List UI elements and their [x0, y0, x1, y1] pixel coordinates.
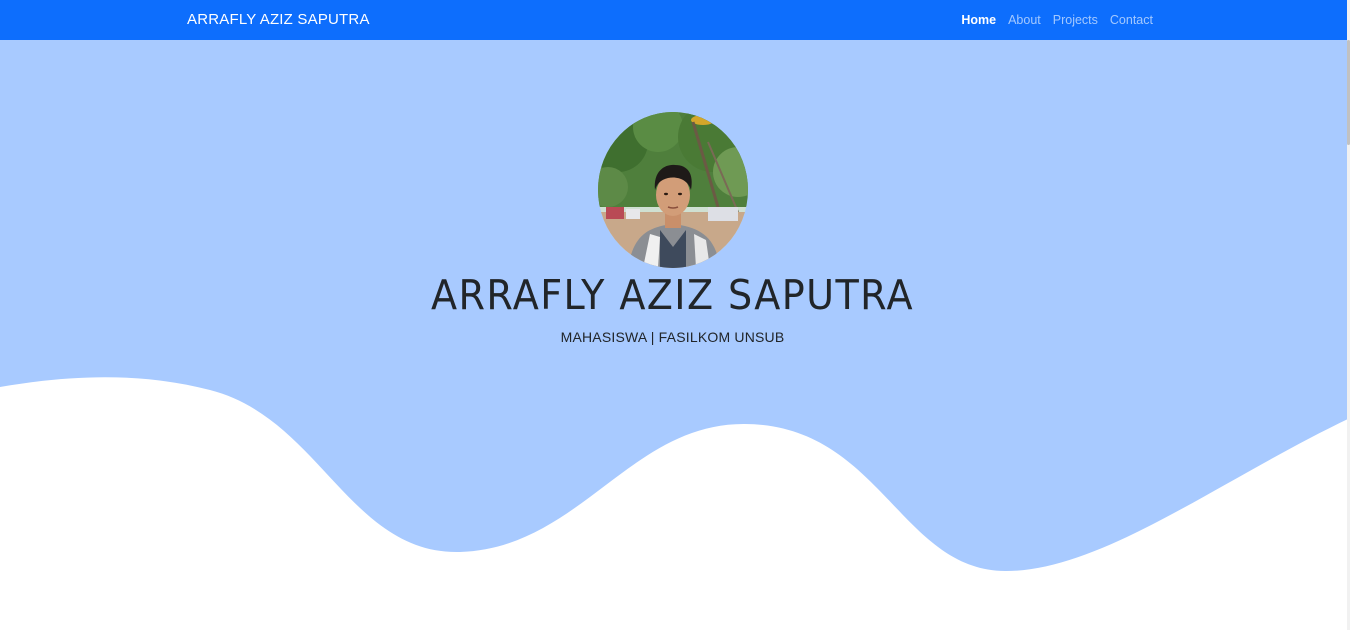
- nav-link-projects[interactable]: Projects: [1053, 11, 1098, 29]
- navbar: ARRAFLY AZIZ SAPUTRA Home About Projects…: [0, 0, 1350, 40]
- hero-title: ARRAFLY AZIZ SAPUTRA: [431, 271, 914, 319]
- nav-link-about[interactable]: About: [1008, 11, 1041, 29]
- navbar-brand[interactable]: ARRAFLY AZIZ SAPUTRA: [187, 10, 370, 30]
- nav-links: Home About Projects Contact: [961, 11, 1153, 29]
- profile-photo: [598, 112, 748, 268]
- nav-link-home[interactable]: Home: [961, 11, 996, 29]
- nav-link-contact[interactable]: Contact: [1110, 11, 1153, 29]
- page: ARRAFLY AZIZ SAPUTRA Home About Projects…: [0, 0, 1350, 630]
- hero-subtitle: MAHASISWA | FASILKOM UNSUB: [560, 329, 785, 345]
